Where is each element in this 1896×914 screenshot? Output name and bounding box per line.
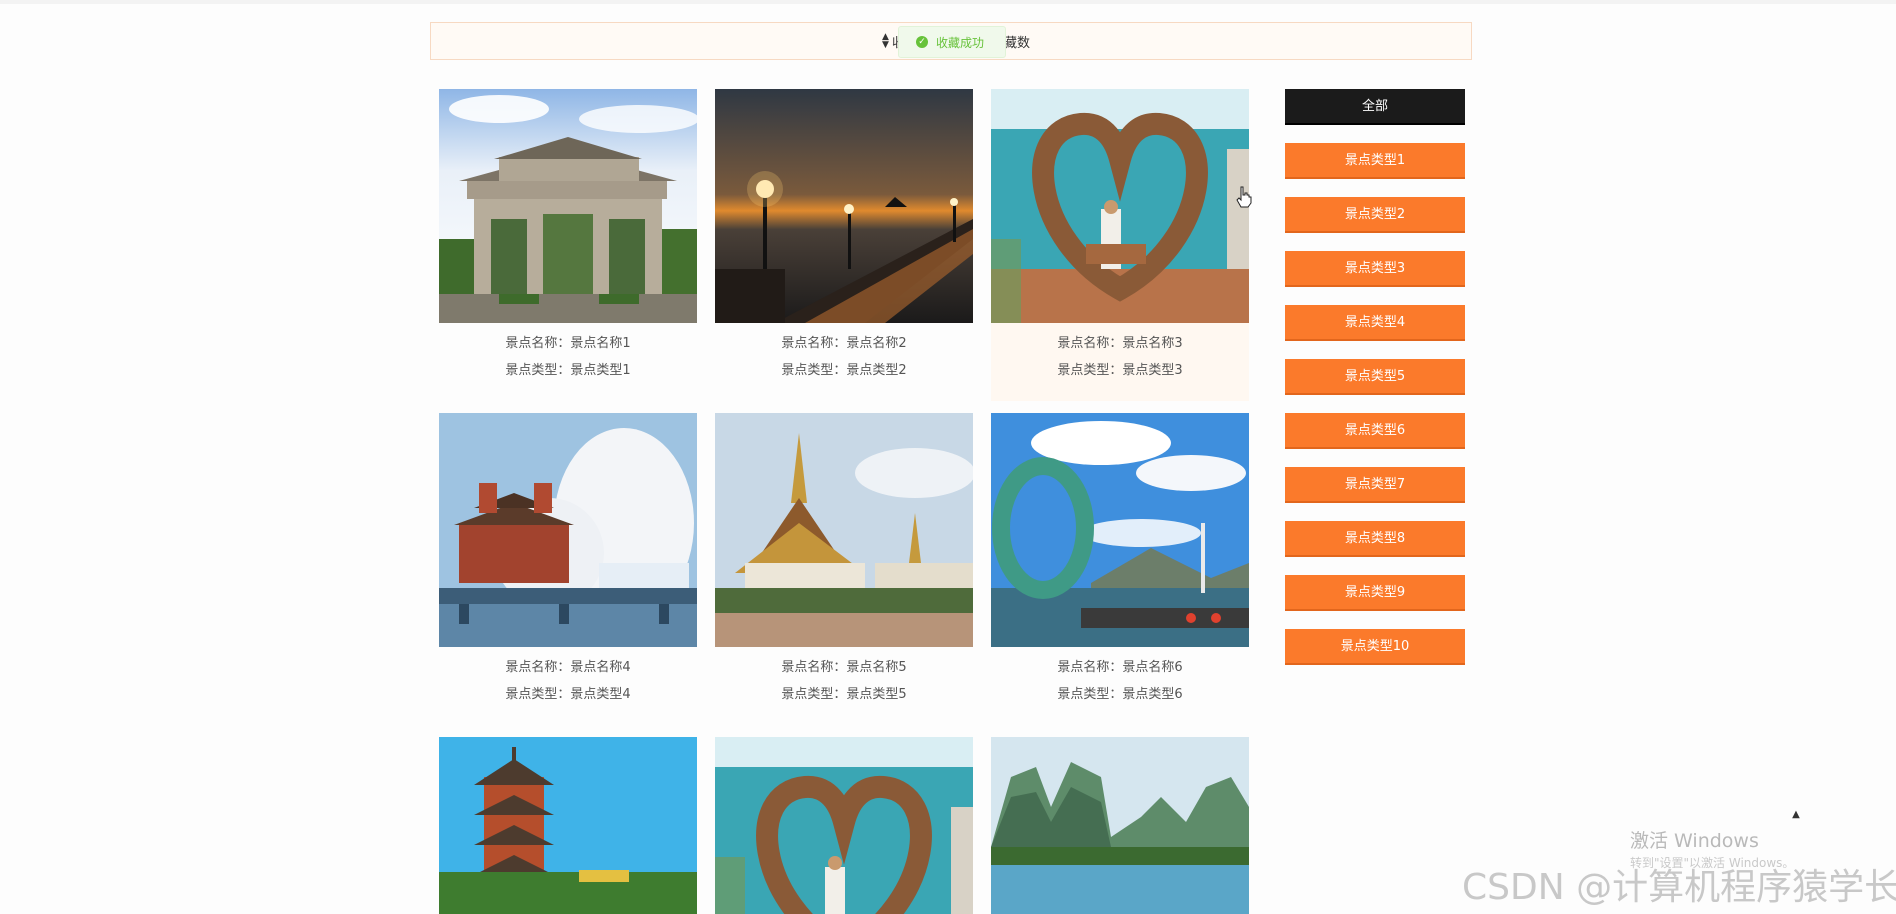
attraction-card[interactable]: 景点名称：景点名称5 景点类型：景点类型5	[715, 413, 973, 725]
category-button-9[interactable]: 景点类型9	[1285, 575, 1465, 611]
category-button-4[interactable]: 景点类型4	[1285, 305, 1465, 341]
attraction-type: 景点类型：景点类型4	[505, 687, 631, 702]
sort-label-right[interactable]: 藏数	[1004, 32, 1030, 51]
attraction-type: 景点类型：景点类型5	[781, 687, 907, 702]
attraction-name: 景点名称：景点名称1	[505, 336, 631, 351]
category-button-10[interactable]: 景点类型10	[1285, 629, 1465, 665]
sort-updown-icon[interactable]: ▲ ▼	[882, 33, 892, 50]
top-strip	[0, 0, 1896, 4]
attraction-name: 景点名称：景点名称5	[781, 660, 907, 675]
attraction-card[interactable]	[439, 737, 697, 914]
attraction-card[interactable]	[991, 737, 1249, 914]
attraction-image[interactable]	[991, 737, 1249, 914]
attraction-image[interactable]	[715, 89, 973, 323]
category-button-2[interactable]: 景点类型2	[1285, 197, 1465, 233]
toast-text: 收藏成功	[936, 35, 985, 50]
attraction-card[interactable]: 景点名称：景点名称1 景点类型：景点类型1	[439, 89, 697, 401]
attraction-image[interactable]	[991, 89, 1249, 323]
hand-cursor-icon	[1236, 186, 1252, 208]
attraction-image[interactable]	[439, 413, 697, 647]
attraction-name: 景点名称：景点名称2	[781, 336, 907, 351]
category-button-3[interactable]: 景点类型3	[1285, 251, 1465, 287]
category-all-button[interactable]: 全部	[1285, 89, 1465, 125]
attraction-card[interactable]	[715, 737, 973, 914]
attraction-type: 景点类型：景点类型2	[781, 363, 907, 378]
category-button-7[interactable]: 景点类型7	[1285, 467, 1465, 503]
attraction-type: 景点类型：景点类型6	[1057, 687, 1183, 702]
category-button-1[interactable]: 景点类型1	[1285, 143, 1465, 179]
attraction-image[interactable]	[439, 89, 697, 323]
caret-up-icon[interactable]: ▲	[1789, 810, 1803, 820]
attraction-image[interactable]	[439, 737, 697, 914]
attraction-card[interactable]: 景点名称：景点名称6 景点类型：景点类型6	[991, 413, 1249, 725]
attraction-name: 景点名称：景点名称6	[1057, 660, 1183, 675]
attraction-name: 景点名称：景点名称3	[1057, 336, 1183, 351]
attraction-type: 景点类型：景点类型1	[505, 363, 631, 378]
category-button-8[interactable]: 景点类型8	[1285, 521, 1465, 557]
success-toast: ✓ 收藏成功	[898, 26, 1006, 58]
category-button-6[interactable]: 景点类型6	[1285, 413, 1465, 449]
category-button-5[interactable]: 景点类型5	[1285, 359, 1465, 395]
attraction-image[interactable]	[715, 737, 973, 914]
attraction-name: 景点名称：景点名称4	[505, 660, 631, 675]
attraction-image[interactable]	[715, 413, 973, 647]
csdn-watermark: CSDN @计算机程序猿学长	[1462, 867, 1896, 908]
attraction-card[interactable]: 景点名称：景点名称4 景点类型：景点类型4	[439, 413, 697, 725]
attraction-image[interactable]	[991, 413, 1249, 647]
attraction-type: 景点类型：景点类型3	[1057, 363, 1183, 378]
attraction-card[interactable]: 景点名称：景点名称2 景点类型：景点类型2	[715, 89, 973, 401]
check-circle-icon: ✓	[916, 36, 928, 48]
attraction-card[interactable]: 景点名称：景点名称3 景点类型：景点类型3	[991, 89, 1249, 401]
windows-activation-title: 激活 Windows	[1630, 830, 1759, 852]
